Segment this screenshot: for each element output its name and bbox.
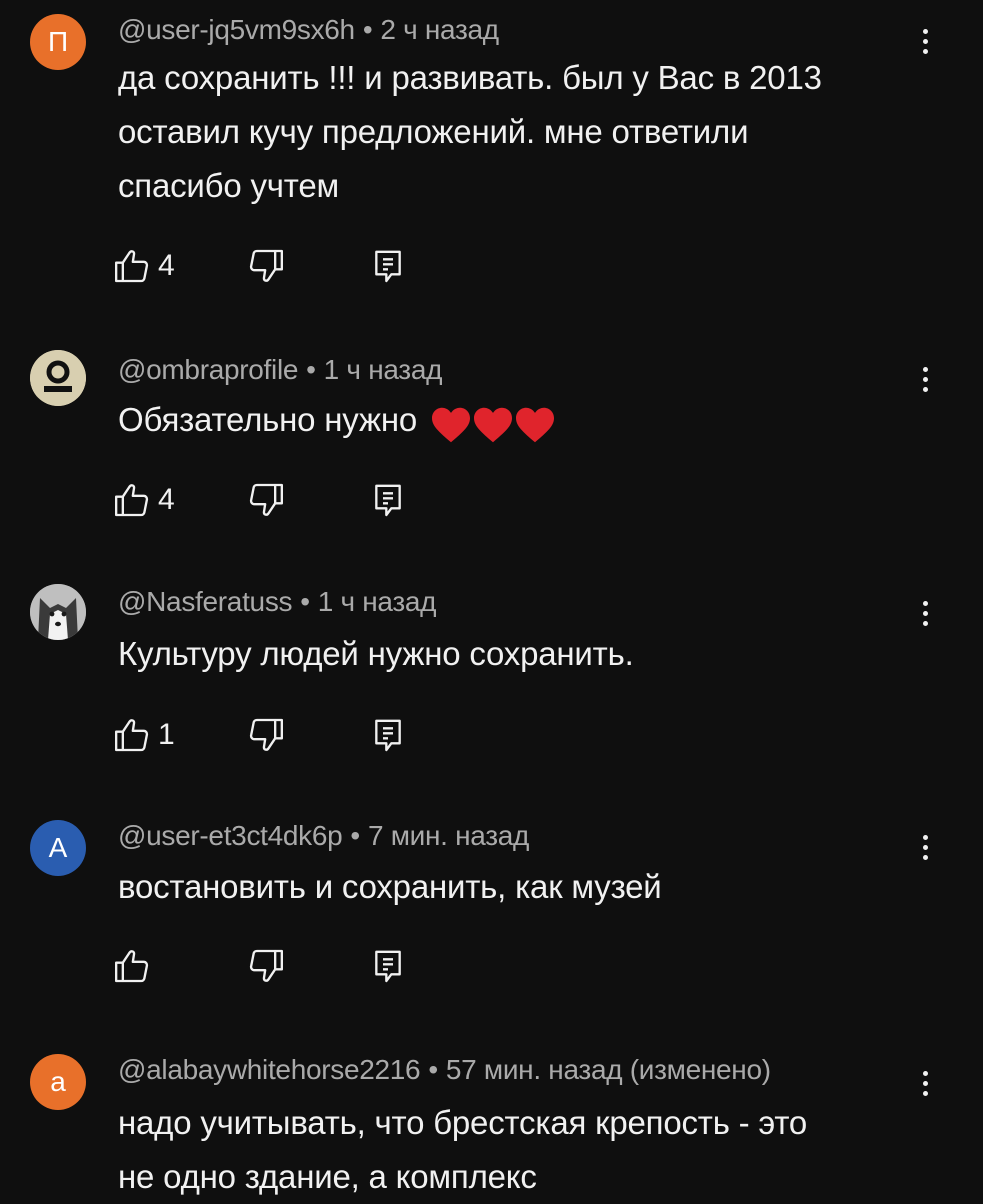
avatar[interactable] — [30, 584, 86, 640]
heart-icon — [431, 407, 470, 442]
comment-meta: @user-jq5vm9sx6h • 2 ч назад — [118, 14, 499, 46]
comment-text-line: не одно здание, а комплекс — [118, 1158, 537, 1195]
comment-text: востановить и сохранить, как музей — [118, 860, 918, 914]
reply-button[interactable] — [368, 712, 408, 758]
reply-button[interactable] — [368, 943, 408, 989]
avatar-letter: П — [47, 26, 69, 57]
comment-author[interactable]: @ombraprofile — [118, 354, 298, 385]
thumbs-up-icon — [115, 250, 149, 283]
avatar[interactable]: a — [30, 1054, 86, 1110]
thumbs-down-icon — [249, 718, 283, 751]
meta-separator: • — [428, 1054, 438, 1085]
thumbs-down-icon — [249, 249, 283, 282]
thumbs-up-icon — [115, 719, 149, 752]
comment-author[interactable]: @user-jq5vm9sx6h — [118, 14, 355, 45]
reply-icon — [375, 950, 401, 983]
like-button[interactable]: 4 — [112, 243, 175, 289]
like-button[interactable]: 4 — [112, 477, 175, 523]
avatar-letter: a — [50, 1066, 66, 1097]
comment-time[interactable]: 7 мин. назад — [368, 820, 529, 851]
comment-actions — [112, 943, 432, 989]
comment-actions: 4 — [112, 243, 432, 289]
more-vertical-icon[interactable] — [908, 590, 942, 636]
comment-author[interactable]: @alabaywhitehorse2216 — [118, 1054, 421, 1085]
like-button[interactable]: 1 — [112, 712, 175, 758]
comment-meta: @alabaywhitehorse2216 • 57 мин. назад (изм… — [118, 1054, 771, 1086]
comment-text-body: востановить и сохранить, как музей — [118, 868, 662, 905]
reply-icon — [375, 250, 401, 283]
thumbs-down-icon — [249, 483, 283, 516]
reply-icon — [375, 484, 401, 517]
comment-actions: 4 — [112, 477, 432, 523]
more-vertical-icon[interactable] — [908, 1060, 942, 1106]
like-count: 4 — [158, 483, 175, 516]
meta-separator: • — [300, 586, 310, 617]
comment-text-body: Обязательно нужно — [118, 401, 418, 438]
dislike-button[interactable] — [246, 712, 286, 758]
reply-button[interactable] — [368, 243, 408, 289]
comment-text-line: спасибо учтем — [118, 167, 339, 204]
dislike-button[interactable] — [246, 477, 286, 523]
heart-icon — [515, 407, 554, 442]
thumbs-down-icon — [249, 949, 283, 982]
more-vertical-icon[interactable] — [908, 356, 942, 402]
meta-separator: • — [306, 354, 316, 385]
comment-author[interactable]: @user-et3ct4dk6p — [118, 820, 343, 851]
comment-text-line: надо учитывать, что брестская крепость -… — [118, 1104, 808, 1141]
comment-text: да сохранить !!! и развивать. был у Вас … — [118, 51, 918, 213]
comment-time[interactable]: 2 ч назад — [380, 14, 499, 45]
comment-text: Обязательно нужно — [118, 393, 918, 449]
comment-text: надо учитывать, что брестская крепость -… — [118, 1096, 918, 1204]
more-vertical-icon[interactable] — [908, 824, 942, 870]
comment-text-line: да сохранить !!! и развивать. был у Вас … — [118, 59, 822, 96]
like-count: 1 — [158, 718, 175, 751]
comment-author[interactable]: @Nasferatuss — [118, 586, 293, 617]
comment-time[interactable]: 1 ч назад — [324, 354, 443, 385]
avatar-letter: A — [48, 832, 68, 863]
comment-meta: @Nasferatuss • 1 ч назад — [118, 586, 437, 618]
avatar[interactable] — [30, 350, 86, 406]
heart-emoji-group — [430, 395, 556, 449]
meta-separator: • — [362, 14, 373, 45]
comment-text: Культуру людей нужно сохранить. — [118, 627, 918, 681]
thumbs-up-icon — [115, 484, 149, 517]
husky-avatar-image — [30, 584, 86, 640]
dislike-button[interactable] — [246, 943, 286, 989]
like-button[interactable] — [112, 943, 158, 989]
more-vertical-icon[interactable] — [908, 18, 942, 64]
comment-meta: @ombraprofile • 1 ч назад — [118, 354, 442, 386]
comment-time[interactable]: 1 ч назад — [318, 586, 437, 617]
thumbs-up-icon — [115, 950, 149, 983]
dislike-button[interactable] — [246, 243, 286, 289]
avatar[interactable]: П — [30, 14, 86, 70]
comment-actions: 1 — [112, 712, 432, 758]
comment-text-body: Культуру людей нужно сохранить. — [118, 635, 634, 672]
comment-text-line: оставил кучу предложений. мне ответили — [118, 113, 749, 150]
avatar[interactable]: A — [30, 820, 86, 876]
like-count: 4 — [158, 249, 175, 282]
comment-time[interactable]: 57 мин. назад (изменено) — [446, 1054, 771, 1085]
comment-meta: @user-et3ct4dk6p • 7 мин. назад — [118, 820, 529, 852]
meta-separator: • — [350, 820, 360, 851]
avatar-logo-icon — [30, 350, 86, 406]
reply-icon — [375, 719, 401, 752]
reply-button[interactable] — [368, 477, 408, 523]
heart-icon — [473, 407, 512, 442]
